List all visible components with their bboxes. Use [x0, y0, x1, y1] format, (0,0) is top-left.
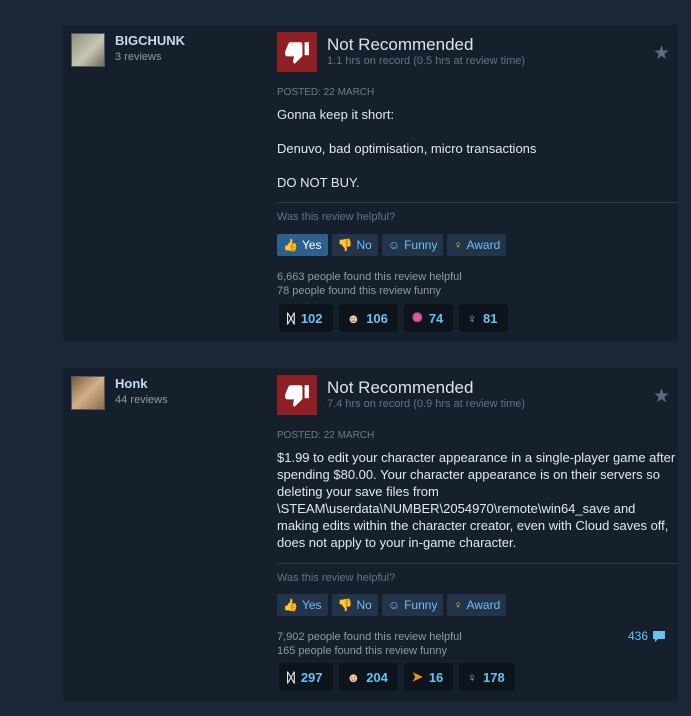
review-main: Not Recommended 7.4 hrs on record (0.9 h… — [277, 368, 678, 701]
medal-award-icon: ♀ — [467, 310, 478, 326]
vote-buttons: 👍 Yes 👎 No ☺ Funny ♀ Award — [277, 234, 507, 256]
comment-icon — [653, 630, 665, 642]
review-body: Gonna keep it short: Denuvo, bad optimis… — [277, 106, 677, 191]
award-button[interactable]: ♀ Award — [447, 234, 507, 256]
review-count[interactable]: 3 reviews — [115, 51, 161, 63]
posted-date: POSTED: 22 MARCH — [277, 87, 375, 98]
funny-count: 165 people found this review funny — [277, 645, 448, 657]
award-badge[interactable]: ᛞ 102 — [279, 304, 333, 332]
yes-button[interactable]: 👍 Yes — [277, 234, 328, 256]
review-card: Honk 44 reviews Not Recommended 7.4 hrs … — [63, 368, 678, 701]
award-count: 74 — [428, 310, 444, 326]
award-badge[interactable]: ♀ 81 — [459, 304, 508, 332]
clown-award-icon: ☻ — [346, 669, 361, 685]
star-icon[interactable]: ★ — [653, 42, 670, 65]
clown-award-icon: ☻ — [346, 310, 361, 326]
award-list: ᛞ 297 ☻ 204 ➤ 16 ♀ 178 — [279, 663, 515, 691]
award-badge[interactable]: ✺ 74 — [403, 304, 454, 332]
posted-date: POSTED: 22 MARCH — [277, 430, 375, 441]
wings-award-icon: ᛞ — [287, 310, 295, 326]
award-count: 102 — [300, 310, 323, 326]
star-icon[interactable]: ★ — [653, 385, 670, 408]
award-badge[interactable]: ☻ 204 — [338, 663, 398, 691]
no-button[interactable]: 👎 No — [331, 234, 378, 256]
no-label: No — [356, 238, 372, 252]
helpful-count: 6,663 people found this review helpful — [277, 271, 462, 283]
review-main: Not Recommended 1.1 hrs on record (0.5 h… — [277, 25, 678, 341]
award-badge[interactable]: ♀ 178 — [459, 663, 515, 691]
no-label: No — [356, 598, 372, 612]
award-badge[interactable]: ☻ 106 — [338, 304, 398, 332]
award-count: 178 — [483, 669, 505, 685]
avatar[interactable] — [71, 33, 105, 67]
funny-button[interactable]: ☺ Funny — [381, 594, 444, 616]
thumbs-up-icon: 👍 — [283, 238, 298, 252]
thumbs-down-icon: 👎 — [337, 238, 353, 252]
helpful-question: Was this review helpful? — [277, 572, 396, 584]
award-label: Award — [466, 598, 501, 612]
yes-label: Yes — [301, 598, 322, 612]
verdict-title[interactable]: Not Recommended — [327, 378, 473, 398]
comments-link[interactable]: 436 — [628, 629, 666, 643]
award-badge[interactable]: ᛞ 297 — [279, 663, 333, 691]
divider — [277, 563, 678, 564]
review-paragraph: Denuvo, bad optimisation, micro transact… — [277, 141, 537, 156]
no-button[interactable]: 👎 No — [331, 594, 378, 616]
thumbs-down-icon: 👎 — [337, 598, 353, 612]
award-count: 297 — [300, 669, 323, 685]
vote-buttons: 👍 Yes 👎 No ☺ Funny ♀ Award — [277, 594, 507, 616]
divider — [277, 202, 678, 203]
review-paragraph: DO NOT BUY. — [277, 175, 360, 190]
medal-award-icon: ♀ — [467, 669, 478, 685]
comment-count: 436 — [627, 629, 648, 643]
award-label: Award — [466, 238, 501, 252]
hours-on-record: 7.4 hrs on record (0.9 hrs at review tim… — [327, 398, 526, 410]
review-paragraph: Gonna keep it short: — [277, 107, 395, 122]
funny-count: 78 people found this review funny — [277, 285, 441, 297]
award-button[interactable]: ♀ Award — [447, 594, 507, 616]
thumbs-down-icon — [277, 375, 317, 415]
funny-button[interactable]: ☺ Funny — [381, 234, 444, 256]
thumbs-down-icon — [277, 32, 317, 72]
verdict-title[interactable]: Not Recommended — [327, 35, 473, 55]
thumbs-up-icon: 👍 — [283, 598, 298, 612]
review-card: BIGCHUNK 3 reviews Not Recommended 1.1 h… — [63, 25, 678, 341]
yes-label: Yes — [301, 238, 322, 252]
award-list: ᛞ 102 ☻ 106 ✺ 74 ♀ 81 — [279, 304, 508, 332]
horn-award-icon: ➤ — [411, 669, 423, 684]
username[interactable]: Honk — [115, 376, 148, 391]
helpful-question: Was this review helpful? — [277, 211, 396, 223]
review-body: $1.99 to edit your character appearance … — [277, 449, 677, 551]
hours-on-record: 1.1 hrs on record (0.5 hrs at review tim… — [327, 55, 526, 67]
award-count: 204 — [366, 669, 388, 685]
award-count: 16 — [428, 669, 444, 685]
award-icon: ♀ — [453, 238, 463, 252]
award-icon: ♀ — [453, 598, 463, 612]
review-paragraph: $1.99 to edit your character appearance … — [277, 450, 676, 550]
smiley-icon: ☺ — [387, 238, 401, 252]
sparkle-award-icon: ✺ — [411, 310, 423, 325]
helpful-count: 7,902 people found this review helpful — [277, 631, 462, 643]
funny-label: Funny — [404, 598, 438, 612]
wings-award-icon: ᛞ — [287, 669, 295, 685]
review-count[interactable]: 44 reviews — [115, 394, 168, 406]
award-badge[interactable]: ➤ 16 — [403, 663, 454, 691]
smiley-icon: ☺ — [387, 598, 401, 612]
award-count: 106 — [366, 310, 388, 326]
yes-button[interactable]: 👍 Yes — [277, 594, 328, 616]
avatar[interactable] — [71, 376, 105, 410]
funny-label: Funny — [404, 238, 438, 252]
award-count: 81 — [483, 310, 498, 326]
username[interactable]: BIGCHUNK — [115, 33, 185, 48]
